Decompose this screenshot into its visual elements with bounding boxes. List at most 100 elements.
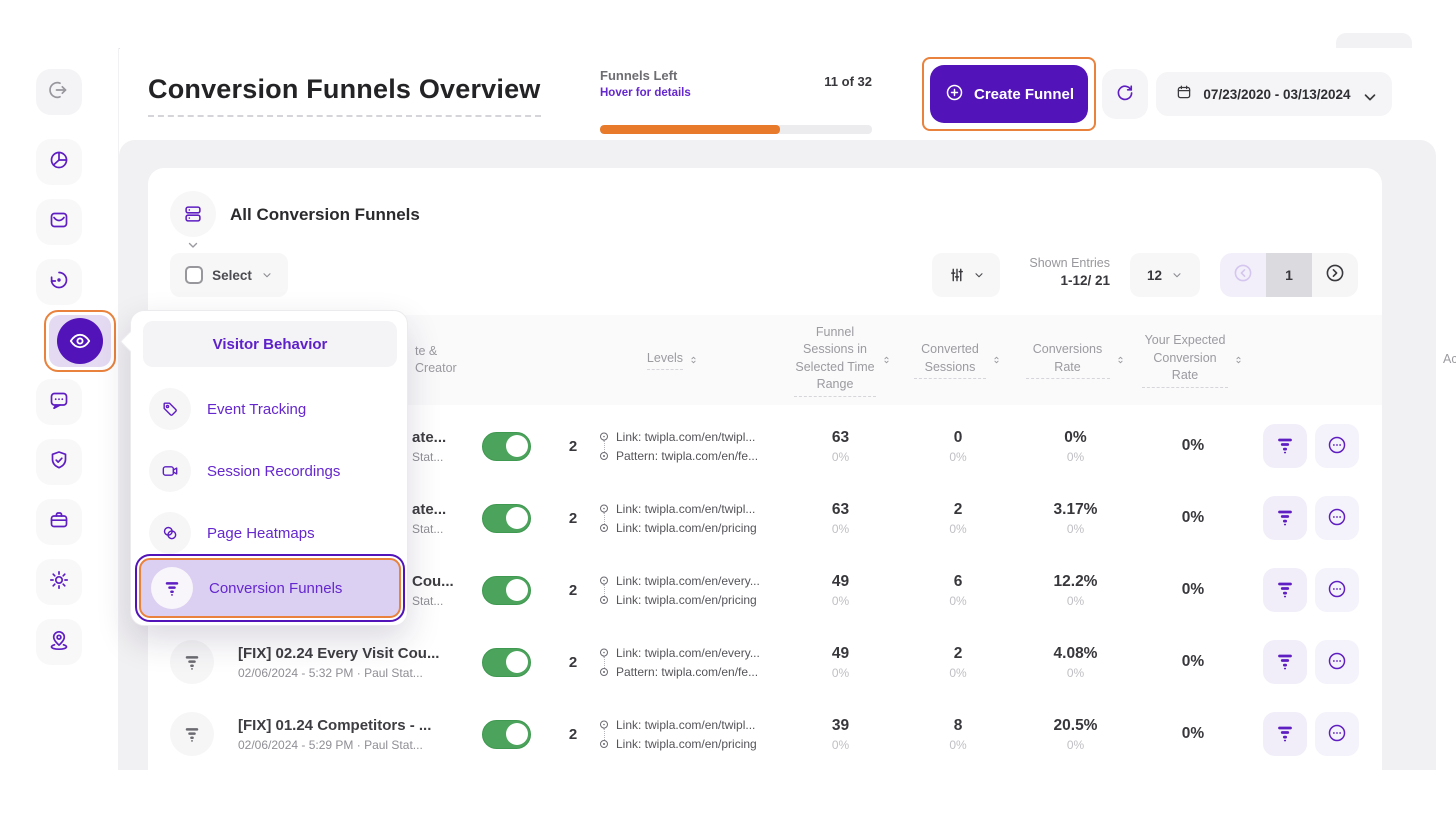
column-header-converted-sessions[interactable]: Converted Sessions bbox=[903, 315, 1013, 405]
view-funnel-button[interactable] bbox=[1263, 640, 1307, 684]
sidebar-item-privacy[interactable] bbox=[36, 439, 82, 485]
funnel-icon bbox=[151, 567, 193, 609]
sidebar-item-visitor-behavior-active[interactable] bbox=[44, 310, 116, 372]
select-checkbox[interactable] bbox=[185, 266, 203, 284]
funnel-icon bbox=[1274, 506, 1296, 531]
active-toggle[interactable] bbox=[482, 648, 531, 677]
column-header-conversions-rate[interactable]: Conversions Rate bbox=[1018, 315, 1133, 405]
popover-header: Visitor Behavior bbox=[143, 321, 397, 367]
panel-title: All Conversion Funnels bbox=[230, 205, 420, 225]
row-menu-button[interactable] bbox=[1315, 640, 1359, 684]
view-funnel-button[interactable] bbox=[1263, 568, 1307, 612]
current-page-indicator: 1 bbox=[1266, 253, 1312, 297]
menu-item-session-recordings[interactable]: Session Recordings bbox=[141, 443, 399, 499]
funnel-sessions-value: 63 bbox=[832, 501, 849, 519]
date-range-picker[interactable]: 07/23/2020 - 03/13/2024 bbox=[1156, 72, 1392, 116]
conversion-rate-value: 20.5% bbox=[1054, 717, 1098, 735]
chevron-down-icon bbox=[261, 269, 273, 281]
sidebar-item-settings[interactable] bbox=[36, 559, 82, 605]
date-range-value: 07/23/2020 - 03/13/2024 bbox=[1203, 87, 1350, 102]
sidebar-item-location[interactable] bbox=[36, 619, 82, 665]
levels-count: 2 bbox=[548, 554, 598, 626]
funnel-name[interactable]: ate... bbox=[412, 501, 446, 518]
sidebar-item-inbox[interactable] bbox=[36, 199, 82, 245]
expected-rate-value: 0% bbox=[1138, 482, 1248, 554]
active-toggle[interactable] bbox=[482, 432, 531, 461]
sort-icon bbox=[1115, 353, 1126, 367]
sidebar-item-dashboard[interactable] bbox=[36, 139, 82, 185]
view-funnel-button[interactable] bbox=[1263, 496, 1307, 540]
funnels-left-progress-fill bbox=[600, 125, 780, 134]
funnel-steps: Link: twipla.com/en/twipl... Pattern: tw… bbox=[598, 410, 798, 482]
sidebar-item-company[interactable] bbox=[36, 499, 82, 545]
sort-icon bbox=[1233, 353, 1244, 367]
sidebar-item-visitors[interactable] bbox=[36, 259, 82, 305]
column-header-funnel-sessions[interactable]: Funnel Sessions in Selected Time Range bbox=[793, 315, 893, 405]
row-menu-button[interactable] bbox=[1315, 496, 1359, 540]
chevron-down-icon bbox=[1171, 269, 1183, 281]
sidebar-item-collapse[interactable] bbox=[36, 69, 82, 115]
pagination: 1 bbox=[1220, 253, 1358, 297]
menu-item-event-tracking[interactable]: Event Tracking bbox=[141, 381, 399, 437]
column-settings-button[interactable] bbox=[932, 253, 1000, 297]
ellipsis-circle-icon bbox=[1326, 722, 1348, 747]
funnels-left-progress-track bbox=[600, 125, 872, 134]
table-row: [FIX] 01.24 Competitors - ... 02/06/2024 … bbox=[148, 698, 1382, 770]
menu-item-page-heatmaps[interactable]: Page Heatmaps bbox=[141, 505, 399, 561]
funnels-left-widget: Funnels Left Hover for details 11 of 32 bbox=[600, 68, 872, 99]
column-header-expected-rate[interactable]: Your Expected Conversion Rate bbox=[1133, 315, 1253, 405]
next-page-button[interactable] bbox=[1312, 253, 1358, 297]
funnel-row-icon bbox=[170, 640, 214, 684]
select-button[interactable]: Select bbox=[170, 253, 288, 297]
refresh-button[interactable] bbox=[1102, 69, 1148, 119]
collapse-icon bbox=[47, 78, 71, 107]
converted-sessions-value: 2 bbox=[954, 645, 963, 663]
converted-sessions-value: 2 bbox=[954, 501, 963, 519]
active-toggle[interactable] bbox=[482, 576, 531, 605]
view-funnel-button[interactable] bbox=[1263, 712, 1307, 756]
history-icon bbox=[47, 268, 71, 297]
funnels-left-count: 11 of 32 bbox=[824, 74, 872, 89]
row-menu-button[interactable] bbox=[1315, 712, 1359, 756]
funnel-meta: 02/06/2024 - 5:29 PM · Paul Stat... bbox=[238, 738, 423, 752]
column-header-levels[interactable]: Levels bbox=[623, 315, 723, 405]
sidebar-item-feedback[interactable] bbox=[36, 379, 82, 425]
ellipsis-circle-icon bbox=[1326, 506, 1348, 531]
page-size-dropdown[interactable]: 12 bbox=[1130, 253, 1200, 297]
expected-rate-value: 0% bbox=[1138, 410, 1248, 482]
funnel-name[interactable]: Cou... bbox=[412, 573, 454, 590]
menu-item-conversion-funnels[interactable]: Conversion Funnels bbox=[139, 558, 401, 618]
funnel-name[interactable]: [FIX] 02.24 Every Visit Cou... bbox=[238, 645, 439, 662]
funnel-name[interactable]: [FIX] 01.24 Competitors - ... bbox=[238, 717, 431, 734]
video-camera-icon bbox=[149, 450, 191, 492]
create-funnel-button[interactable]: Create Funnel bbox=[930, 65, 1088, 123]
active-toggle[interactable] bbox=[482, 720, 531, 749]
panel-chevron-down-icon[interactable] bbox=[186, 238, 200, 248]
sidebar bbox=[0, 48, 119, 770]
column-header-actions: Actions bbox=[1273, 315, 1456, 405]
funnel-name[interactable]: ate... bbox=[412, 429, 446, 446]
ellipsis-circle-icon bbox=[1326, 578, 1348, 603]
database-icon[interactable] bbox=[170, 191, 216, 237]
funnel-meta: Stat... bbox=[412, 594, 443, 608]
funnel-icon bbox=[1274, 578, 1296, 603]
shield-check-icon bbox=[47, 448, 71, 477]
funnel-icon bbox=[1274, 434, 1296, 459]
funnel-icon bbox=[1274, 722, 1296, 747]
row-menu-button[interactable] bbox=[1315, 424, 1359, 468]
prev-page-button[interactable] bbox=[1220, 253, 1266, 297]
funnel-sessions-value: 39 bbox=[832, 717, 849, 735]
view-funnel-button[interactable] bbox=[1263, 424, 1307, 468]
levels-count: 2 bbox=[548, 626, 598, 698]
sort-icon bbox=[881, 353, 892, 367]
ellipsis-circle-icon bbox=[1326, 434, 1348, 459]
conversion-rate-value: 0% bbox=[1064, 429, 1086, 447]
row-menu-button[interactable] bbox=[1315, 568, 1359, 612]
menu-item-highlight-border: Conversion Funnels bbox=[135, 554, 405, 622]
shown-entries: Shown Entries 1-12/ 21 bbox=[1010, 256, 1110, 288]
conversion-rate-value: 12.2% bbox=[1054, 573, 1098, 591]
select-label: Select bbox=[212, 268, 252, 283]
pie-chart-icon bbox=[47, 148, 71, 177]
active-toggle[interactable] bbox=[482, 504, 531, 533]
funnel-steps: Link: twipla.com/en/twipl... Link: twipl… bbox=[598, 482, 798, 554]
